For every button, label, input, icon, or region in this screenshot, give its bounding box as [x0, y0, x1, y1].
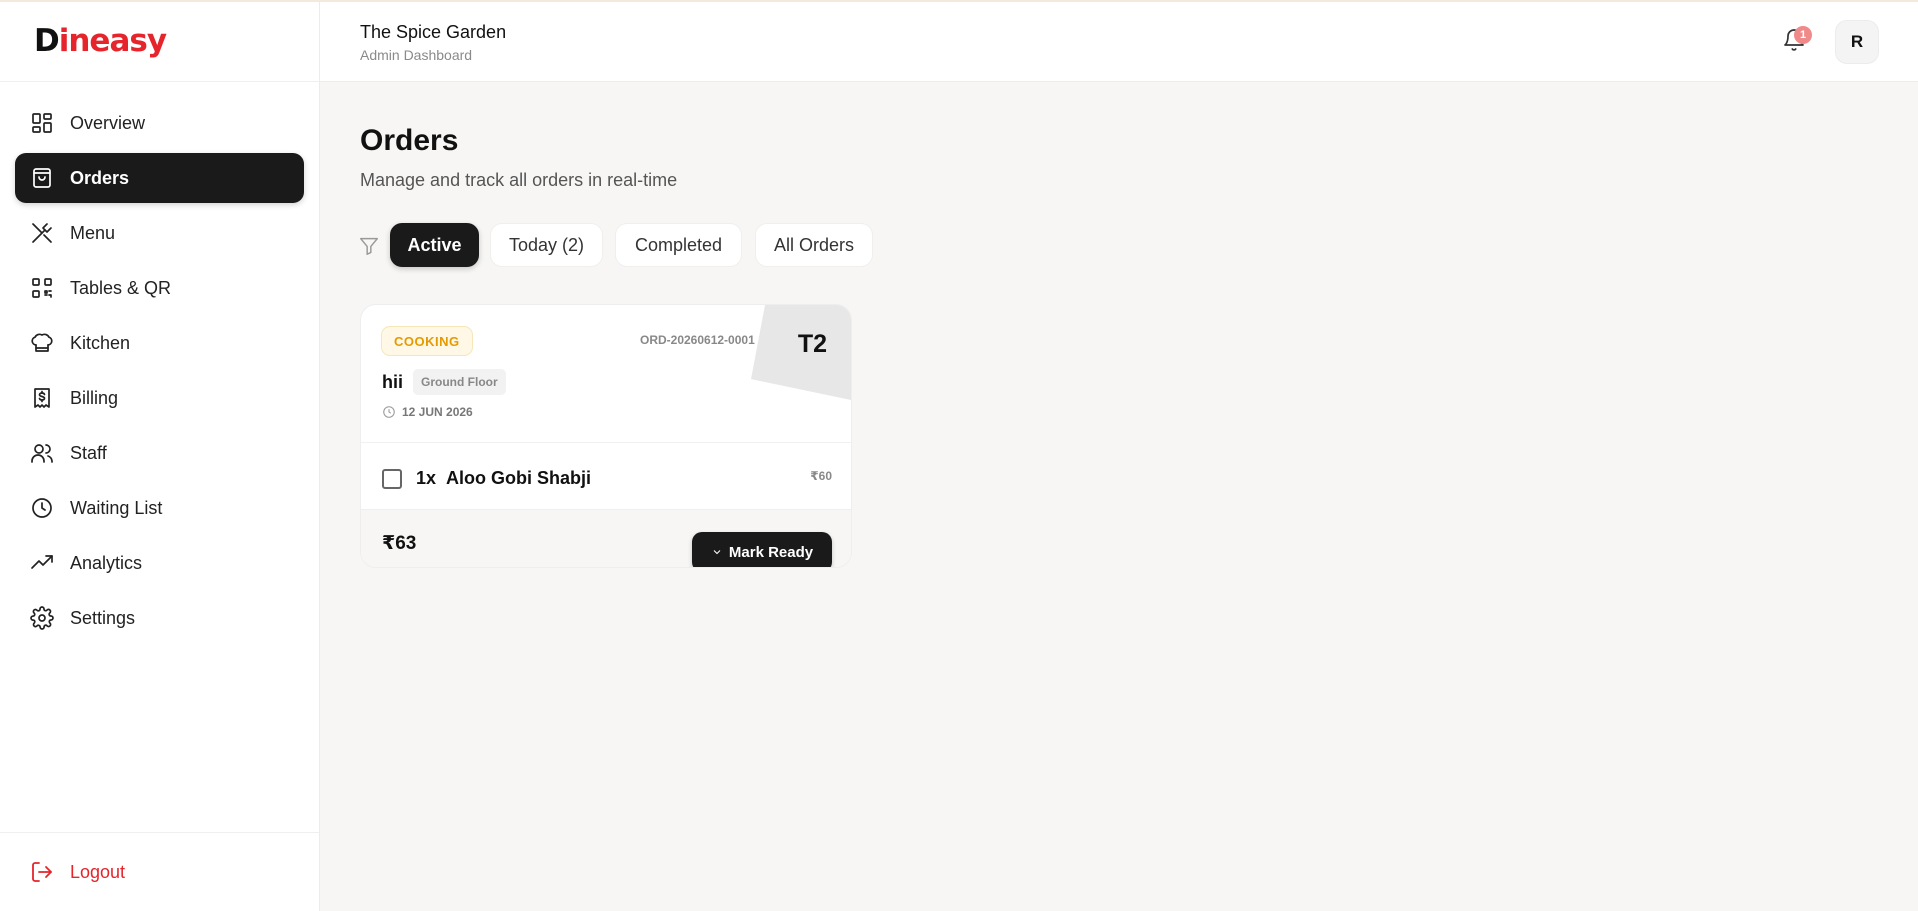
sidebar-item-label: Overview: [70, 112, 146, 133]
utensils-icon: [30, 221, 54, 245]
sidebar-item-menu[interactable]: Menu: [15, 208, 304, 258]
tab-active[interactable]: Active: [390, 223, 479, 267]
customer-name: hii: [382, 372, 403, 392]
sidebar-nav: Overview Orders Menu Tables & QR Kitchen: [0, 82, 319, 643]
logout-section: Logout: [0, 832, 319, 911]
grid-icon: [30, 111, 54, 135]
sidebar: Dineasy Overview Orders Menu Tables & QR…: [0, 2, 320, 911]
tab-all-orders[interactable]: All Orders: [755, 223, 873, 267]
sidebar-item-billing[interactable]: Billing: [15, 373, 304, 423]
item-checkbox[interactable]: [382, 469, 402, 489]
clock-icon: [383, 406, 395, 418]
mark-ready-button[interactable]: Mark Ready: [692, 532, 832, 567]
header-subtitle: Admin Dashboard: [360, 47, 473, 63]
sidebar-item-label: Tables & QR: [70, 277, 172, 298]
sidebar-item-waiting-list[interactable]: Waiting List: [15, 483, 304, 533]
sidebar-item-label: Billing: [70, 387, 119, 408]
users-icon: [30, 441, 54, 465]
logo-letter-d: D: [34, 23, 60, 59]
tab-completed[interactable]: Completed: [615, 223, 742, 267]
sidebar-item-kitchen[interactable]: Kitchen: [15, 318, 304, 368]
sidebar-item-label: Settings: [70, 607, 136, 628]
trending-up-icon: [30, 551, 54, 575]
sidebar-item-tables-qr[interactable]: Tables & QR: [15, 263, 304, 313]
order-card[interactable]: T2 COOKING ORD-20260612-0001 hii Ground …: [360, 304, 852, 568]
top-header: The Spice Garden Admin Dashboard 1 R: [320, 2, 1918, 82]
table-number: T2: [797, 330, 827, 358]
sidebar-item-orders[interactable]: Orders: [15, 153, 304, 203]
page-title: Orders: [360, 124, 459, 157]
sidebar-item-label: Staff: [70, 442, 107, 463]
receipt-icon: [30, 386, 54, 410]
restaurant-name: The Spice Garden: [360, 22, 507, 42]
clock-icon: [30, 496, 54, 520]
sidebar-item-label: Menu: [70, 222, 116, 243]
brand: Dineasy: [0, 2, 319, 82]
order-id: ORD-20260612-0001: [640, 333, 755, 347]
logout-icon: [32, 862, 52, 882]
item-name: Aloo Gobi Shabji: [446, 468, 591, 488]
shopping-bag-icon: [30, 166, 54, 190]
logout-label: Logout: [70, 861, 126, 882]
sidebar-item-label: Kitchen: [70, 332, 131, 353]
item-price: ₹60: [810, 469, 832, 483]
sidebar-item-label: Waiting List: [70, 497, 163, 518]
sidebar-item-staff[interactable]: Staff: [15, 428, 304, 478]
order-date-text: 12 JUN 2026: [402, 405, 473, 419]
dineasy-logo[interactable]: Dineasy: [34, 23, 167, 59]
logo-rest: ineasy: [58, 23, 167, 59]
qr-code-icon: [30, 276, 54, 300]
order-date: 12 JUN 2026: [382, 405, 473, 419]
notification-badge: 1: [1794, 26, 1812, 44]
tab-today[interactable]: Today (2): [490, 223, 603, 267]
filter-icon: [358, 235, 380, 257]
item-quantity: 1x: [416, 468, 437, 488]
user-avatar[interactable]: R: [1835, 20, 1879, 64]
status-badge: COOKING: [381, 326, 473, 356]
sidebar-item-label: Analytics: [70, 552, 143, 573]
page-subtitle: Manage and track all orders in real-time: [360, 170, 678, 190]
sidebar-item-label: Orders: [70, 167, 130, 188]
order-item-row: 1x Aloo Gobi Shabji ₹60: [361, 443, 851, 509]
logout-button[interactable]: Logout: [0, 860, 125, 884]
mark-ready-label: Mark Ready: [728, 543, 814, 561]
gear-icon: [30, 606, 54, 630]
sidebar-item-settings[interactable]: Settings: [15, 593, 304, 643]
card-footer: ₹63 Mark Ready: [361, 509, 851, 567]
sidebar-item-analytics[interactable]: Analytics: [15, 538, 304, 588]
chevron-down-icon: [713, 550, 721, 555]
floor-badge: Ground Floor: [413, 369, 506, 395]
sidebar-item-overview[interactable]: Overview: [15, 98, 304, 148]
order-total: ₹63: [382, 533, 417, 554]
chef-hat-icon: [30, 331, 54, 355]
